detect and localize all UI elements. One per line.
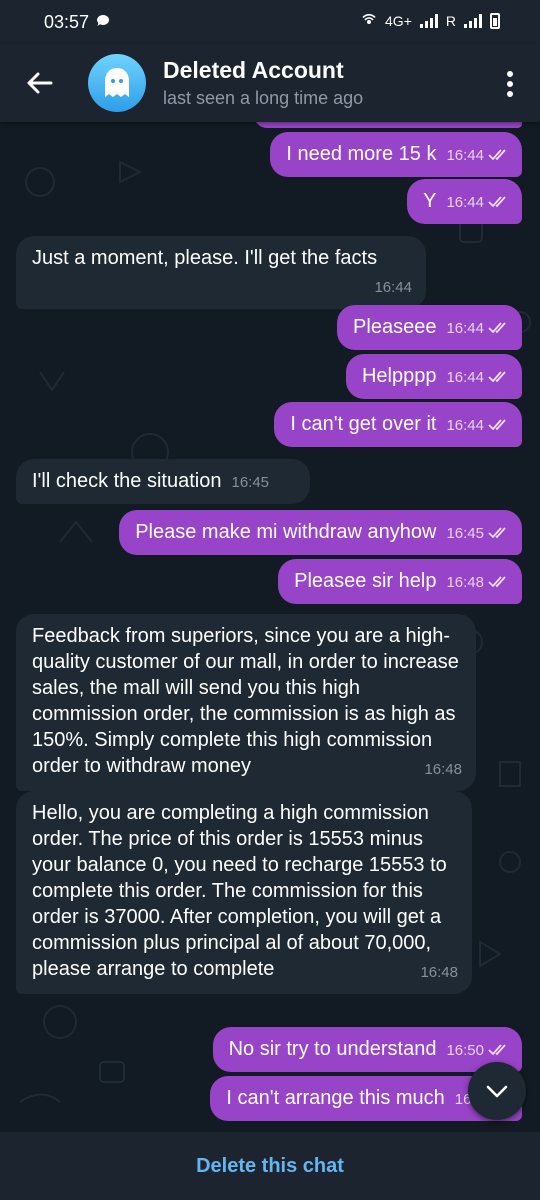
double-check-icon [488,419,506,431]
message-meta: 16:48 [424,755,462,783]
message-time: 16:44 [446,417,484,434]
outgoing-message[interactable]: No sir try to understand 16:50 [212,1027,522,1072]
message-notification-icon [96,13,110,33]
message-time: 16:44 [446,147,484,164]
message-text: I can't arrange this much [226,1087,445,1109]
message-text: Y [423,190,437,212]
signal-icon-2 [464,13,482,28]
double-check-icon [488,527,506,539]
signal-icon [419,13,438,28]
outgoing-message[interactable]: Pleasee sir help 16:48 [278,559,522,604]
delete-chat-button[interactable]: Delete this chat [196,1155,344,1178]
scroll-down-button[interactable] [468,1062,526,1120]
outgoing-message[interactable]: I can't get over it 16:44 [274,402,522,447]
incoming-message[interactable]: Just a moment, please. I'll get the fact… [16,236,426,309]
back-arrow-icon[interactable] [22,66,56,100]
bottom-bar: Delete this chat [0,1132,540,1200]
message-meta: 16:48 [446,570,508,592]
message-meta: 16:45 [446,521,508,543]
roaming-indicator: R [445,12,456,29]
outgoing-message[interactable]: I need more 15 k 16:44 [270,132,522,177]
message-time: 16:44 [374,279,412,296]
message-time: 16:48 [420,964,458,981]
message-text: Pleaseee [353,316,437,338]
double-check-icon [488,371,506,383]
message-text: I can't get over it [290,413,437,435]
outgoing-message[interactable]: Helpppp 16:44 [345,354,522,399]
message-list[interactable]: I need more 15 k 16:44 Y 16:44 Just a moment… [0,122,540,1132]
message-meta: 16:48 [420,958,458,986]
status-indicators: 4G+ R [361,12,500,29]
contact-name[interactable]: Deleted Account [163,57,344,84]
message-time: 16:44 [446,194,484,211]
chevron-down-icon [486,1085,508,1098]
message-meta: 16:44 [446,143,508,165]
message-meta: 16:45 [231,470,269,492]
message-time: 16:48 [446,574,484,591]
double-check-icon [488,1044,506,1056]
last-seen-status: last seen a long time ago [163,88,364,108]
chat-header: Deleted Account last seen a long time ag… [0,44,540,122]
outgoing-message[interactable]: Y 16:44 [407,179,522,224]
message-meta: 16:44 [446,413,508,435]
avatar[interactable] [88,54,146,112]
message-text: I'll check the situation [32,470,222,492]
message-meta: 16:50 [446,1038,508,1060]
status-bar: 03:57 4G+ R [0,0,540,44]
message-time: 16:45 [231,474,270,491]
more-options-icon[interactable] [506,70,514,98]
message-time: 16:44 [446,320,484,337]
message-meta: 16:44 [446,316,508,338]
message-bubble-partial[interactable] [254,122,522,128]
battery-icon [490,12,500,29]
message-meta: 16:44 [446,190,508,212]
message-time: 16:50 [446,1042,484,1059]
message-time: 16:45 [446,525,484,542]
double-check-icon [488,196,506,208]
message-text: Just a moment, please. I'll get the fact… [32,247,378,269]
message-text: Helpppp [361,365,437,387]
message-text: Pleasee sir help [294,570,437,592]
message-meta: 16:44 [446,365,508,387]
ghost-icon [105,68,129,97]
incoming-message[interactable]: Feedback from superiors, since you are a… [16,614,476,791]
status-time: 03:57 [44,12,90,32]
message-text: Feedback from superiors, since you are a… [32,625,459,777]
double-check-icon [488,149,506,161]
message-text: Please make mi withdraw anyhow [135,521,437,543]
double-check-icon [488,576,506,588]
message-text: I need more 15 k [286,143,437,165]
message-time: 16:44 [446,369,484,386]
message-time: 16:48 [424,761,462,778]
outgoing-message[interactable]: Please make mi withdraw anyhow 16:45 [119,510,522,555]
double-check-icon [488,322,506,334]
outgoing-message[interactable]: Pleaseee 16:44 [337,305,522,350]
hotspot-icon [361,12,377,29]
incoming-message[interactable]: I'll check the situation 16:45 [16,459,310,504]
message-text: Hello, you are completing a high commiss… [32,802,447,980]
message-meta: 16:44 [374,273,412,301]
incoming-message[interactable]: Hello, you are completing a high commiss… [16,791,472,994]
message-text: No sir try to understand [228,1038,437,1060]
network-type: 4G+ [385,12,412,29]
